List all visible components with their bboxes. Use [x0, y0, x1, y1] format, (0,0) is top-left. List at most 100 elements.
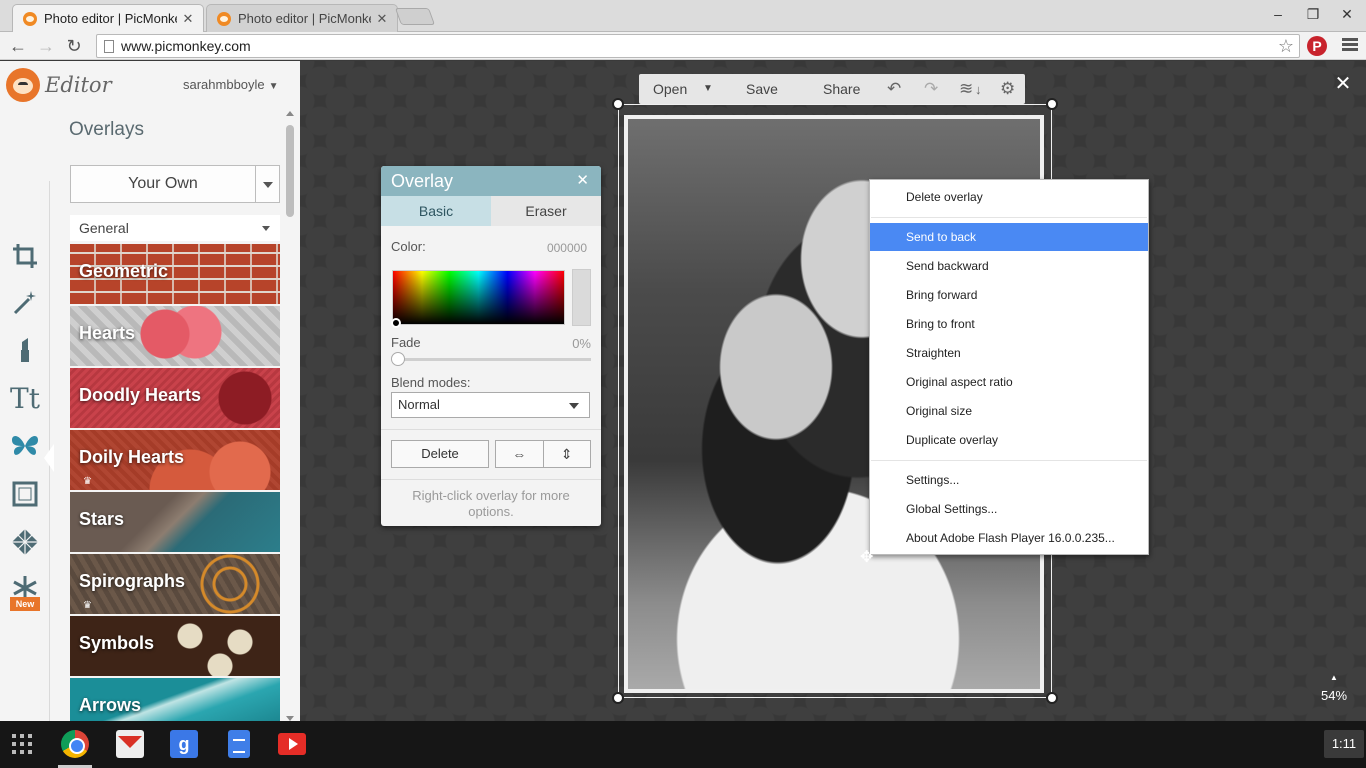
frame-icon[interactable] [10, 479, 40, 509]
tab-close-icon[interactable]: ✕ [181, 11, 195, 27]
close-icon[interactable]: ✕ [576, 166, 589, 196]
color-swatch[interactable] [572, 269, 591, 326]
color-picker-handle[interactable] [391, 318, 401, 328]
category-label: Doily Hearts [79, 447, 185, 467]
bookmark-star-icon[interactable]: ☆ [1278, 35, 1294, 57]
lipstick-icon[interactable] [10, 335, 40, 365]
menu-item-original-size[interactable]: Original size [870, 397, 1148, 425]
overlay-panel-header[interactable]: Overlay ✕ [381, 166, 601, 196]
share-button[interactable]: Share [823, 81, 860, 97]
texture-icon[interactable] [10, 527, 40, 557]
reload-icon[interactable]: ↻ [62, 35, 86, 57]
system-clock[interactable]: 1:11 [1324, 730, 1364, 758]
category-symbols[interactable]: Symbols [70, 616, 280, 676]
category-arrows[interactable]: Arrows [70, 678, 280, 721]
browser-tab-1[interactable]: Photo editor | PicMonkey: ✕ [12, 4, 204, 32]
undo-icon[interactable]: ↶ [887, 79, 901, 99]
resize-handle-bottom-left[interactable] [612, 692, 624, 704]
address-bar[interactable]: www.picmonkey.com ☆ [96, 34, 1300, 58]
browser-tab-2[interactable]: Photo editor | PicMonkey: ✕ [206, 4, 398, 32]
forward-arrow-icon[interactable]: → [34, 35, 58, 57]
layers-icon[interactable]: ≋ [959, 79, 973, 99]
category-stars[interactable]: Stars [70, 492, 280, 552]
fade-value: 0% [572, 336, 591, 351]
picmonkey-logo[interactable]: Editor [6, 67, 112, 103]
crown-premium-icon: ♛ [83, 600, 92, 611]
crop-icon[interactable] [10, 241, 40, 271]
fade-slider-handle[interactable] [391, 352, 405, 366]
browser-menu-icon[interactable] [1342, 38, 1358, 52]
open-dropdown-icon[interactable]: ▼ [703, 83, 713, 94]
pinterest-extension-icon[interactable]: P [1307, 36, 1327, 56]
flip-horizontal-icon[interactable]: ⇔ [496, 441, 544, 467]
category-doily-hearts[interactable]: Doily Hearts ♛ [70, 430, 280, 490]
your-own-button[interactable]: Your Own [70, 165, 256, 203]
zoom-control[interactable]: ▲ 54% [1317, 673, 1351, 703]
magic-wand-icon[interactable] [10, 287, 40, 317]
window-close-icon[interactable]: ✕ [1336, 4, 1358, 24]
youtube-icon[interactable] [278, 733, 306, 755]
category-geometric[interactable]: Geometric [70, 244, 280, 304]
category-doodly-hearts[interactable]: Doodly Hearts [70, 368, 280, 428]
category-label: Hearts [79, 323, 136, 343]
minimize-icon[interactable]: ‒ [1267, 4, 1289, 24]
menu-item-straighten[interactable]: Straighten [870, 339, 1148, 367]
category-select[interactable]: General [70, 215, 280, 241]
open-button[interactable]: Open [653, 81, 687, 97]
color-hex-value[interactable]: 000000 [547, 241, 587, 255]
user-menu[interactable]: sarahmbboyle ▼ [183, 77, 279, 92]
menu-item-about-flash[interactable]: About Adobe Flash Player 16.0.0.235... [870, 524, 1148, 552]
scroll-up-icon[interactable] [286, 111, 294, 116]
monkey-logo-icon [6, 68, 40, 102]
app-launcher-icon[interactable] [10, 732, 34, 756]
resize-handle-top-right[interactable] [1046, 98, 1058, 110]
butterfly-overlay-icon[interactable] [10, 431, 40, 461]
overlay-category-list: Geometric Hearts Doodly Hearts Doily Hea… [70, 244, 280, 721]
address-url: www.picmonkey.com [121, 38, 251, 54]
google-docs-icon[interactable] [228, 730, 250, 758]
delete-overlay-button[interactable]: Delete [391, 440, 489, 468]
resize-handle-bottom-right[interactable] [1046, 692, 1058, 704]
browser-toolbar: ← → ↻ www.picmonkey.com ☆ P [0, 32, 1366, 60]
menu-item-original-aspect-ratio[interactable]: Original aspect ratio [870, 368, 1148, 396]
fade-label: Fade [391, 335, 421, 350]
text-tool-icon[interactable]: Tt [10, 382, 40, 415]
chevron-down-icon: ▼ [268, 81, 279, 92]
back-arrow-icon[interactable]: ← [6, 35, 30, 57]
scroll-thumb[interactable] [286, 125, 294, 217]
category-spirographs[interactable]: Spirographs ♛ [70, 554, 280, 614]
menu-item-bring-forward[interactable]: Bring forward [870, 281, 1148, 309]
menu-item-send-to-back[interactable]: Send to back [870, 223, 1148, 251]
sidebar-scrollbar[interactable] [286, 111, 294, 721]
google-search-icon[interactable]: g [170, 730, 198, 758]
new-tab-button[interactable] [394, 8, 436, 25]
menu-item-settings[interactable]: Settings... [870, 466, 1148, 494]
category-hearts[interactable]: Hearts [70, 306, 280, 366]
os-taskbar: g 1:11 [0, 721, 1366, 768]
panel-title: Overlays [69, 119, 144, 140]
menu-item-bring-to-front[interactable]: Bring to front [870, 310, 1148, 338]
menu-item-global-settings[interactable]: Global Settings... [870, 495, 1148, 523]
close-editor-icon[interactable]: ✕ [1332, 73, 1354, 95]
chrome-icon[interactable] [61, 730, 89, 758]
tab-basic[interactable]: Basic [381, 196, 491, 226]
menu-item-duplicate-overlay[interactable]: Duplicate overlay [870, 426, 1148, 454]
blend-mode-select[interactable]: Normal [391, 392, 590, 418]
gmail-icon[interactable] [116, 730, 144, 758]
resize-handle-top-left[interactable] [612, 98, 624, 110]
save-button[interactable]: Save [746, 81, 778, 97]
settings-gear-icon[interactable]: ⚙ [1000, 79, 1015, 99]
redo-icon[interactable]: ↷ [924, 79, 938, 99]
tab-title: Photo editor | PicMonkey: [44, 11, 177, 26]
color-spectrum-picker[interactable] [391, 270, 565, 328]
flip-button-group: ⇔ ⇕ [495, 440, 591, 468]
restore-icon[interactable]: ❐ [1302, 4, 1324, 24]
tab-eraser[interactable]: Eraser [491, 196, 601, 226]
flip-vertical-icon[interactable]: ⇕ [544, 441, 591, 467]
menu-item-delete-overlay[interactable]: Delete overlay [870, 183, 1148, 211]
menu-item-send-backward[interactable]: Send backward [870, 252, 1148, 280]
tab-close-icon[interactable]: ✕ [375, 11, 389, 27]
your-own-dropdown[interactable] [255, 165, 280, 203]
zoom-level: 54% [1320, 688, 1348, 703]
fade-slider-track[interactable] [392, 358, 591, 361]
